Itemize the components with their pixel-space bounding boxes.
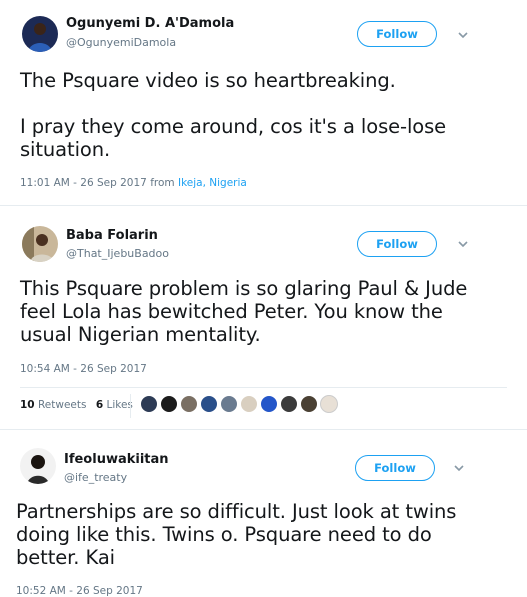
tweet-text: The Psquare video is so heartbreaking. I… [20, 69, 490, 161]
avatar[interactable] [22, 16, 58, 52]
display-name[interactable]: Baba Folarin [66, 228, 158, 243]
stats-separator [130, 394, 131, 418]
avatar[interactable] [300, 395, 318, 413]
tweet-3: Ifeoluwakiitan @ife_treaty Follow Partne… [0, 430, 527, 597]
display-name[interactable]: Ifeoluwakiitan [64, 452, 169, 467]
tweet-text: This Psquare problem is so glaring Paul … [20, 277, 475, 346]
user-handle[interactable]: @That_IjebuBadoo [66, 247, 169, 260]
likes-stat[interactable]: 6 Likes [96, 399, 133, 411]
likes-count: 6 [95, 399, 104, 411]
tweet-timestamp: 11:01 AM - 26 Sep 2017 from Ikeja, Niger… [20, 177, 247, 189]
follow-button[interactable]: Follow [357, 231, 437, 257]
avatar[interactable] [320, 395, 338, 413]
location-link[interactable]: Ikeja, Nigeria [178, 177, 247, 189]
avatar[interactable] [200, 395, 218, 413]
follow-button[interactable]: Follow [355, 455, 435, 481]
avatar[interactable] [140, 395, 158, 413]
tweet-paragraph: Partnerships are so difficult. Just look… [16, 500, 457, 569]
likes-label: Likes [106, 399, 133, 411]
tweet-timestamp[interactable]: 10:52 AM - 26 Sep 2017 [16, 585, 143, 597]
tweet-paragraph: I pray they come around, cos it's a lose… [20, 115, 447, 161]
tweet-stats: 10 Retweets 6 Likes [20, 399, 133, 411]
retweets-label: Retweets [37, 399, 87, 411]
retweets-stat[interactable]: 10 Retweets [20, 399, 86, 411]
avatar[interactable] [280, 395, 298, 413]
tweet-paragraph: This Psquare problem is so glaring Paul … [20, 277, 468, 346]
stats-divider [20, 387, 507, 388]
avatar[interactable] [160, 395, 178, 413]
chevron-down-icon[interactable] [452, 463, 466, 473]
tweet-paragraph: The Psquare video is so heartbreaking. [20, 69, 396, 92]
chevron-down-icon[interactable] [456, 30, 470, 40]
tweet-text: Partnerships are so difficult. Just look… [16, 500, 476, 569]
user-handle[interactable]: @OgunyemiDamola [66, 36, 176, 49]
tweet-1: Ogunyemi D. A'Damola @OgunyemiDamola Fol… [0, 0, 527, 205]
tweet-timestamp[interactable]: 10:54 AM - 26 Sep 2017 [20, 363, 147, 375]
avatar[interactable] [20, 448, 56, 484]
retweets-count: 10 [20, 399, 35, 411]
display-name[interactable]: Ogunyemi D. A'Damola [66, 16, 234, 31]
avatar[interactable] [240, 395, 258, 413]
avatar[interactable] [260, 395, 278, 413]
user-handle[interactable]: @ife_treaty [64, 471, 127, 484]
avatar[interactable] [22, 226, 58, 262]
chevron-down-icon[interactable] [456, 239, 470, 249]
avatar[interactable] [220, 395, 238, 413]
avatar[interactable] [180, 395, 198, 413]
follow-button[interactable]: Follow [357, 21, 437, 47]
timestamp-text[interactable]: 11:01 AM - 26 Sep 2017 from [20, 177, 178, 189]
liker-avatars [140, 395, 350, 413]
tweet-2: Baba Folarin @That_IjebuBadoo Follow Thi… [0, 206, 527, 429]
